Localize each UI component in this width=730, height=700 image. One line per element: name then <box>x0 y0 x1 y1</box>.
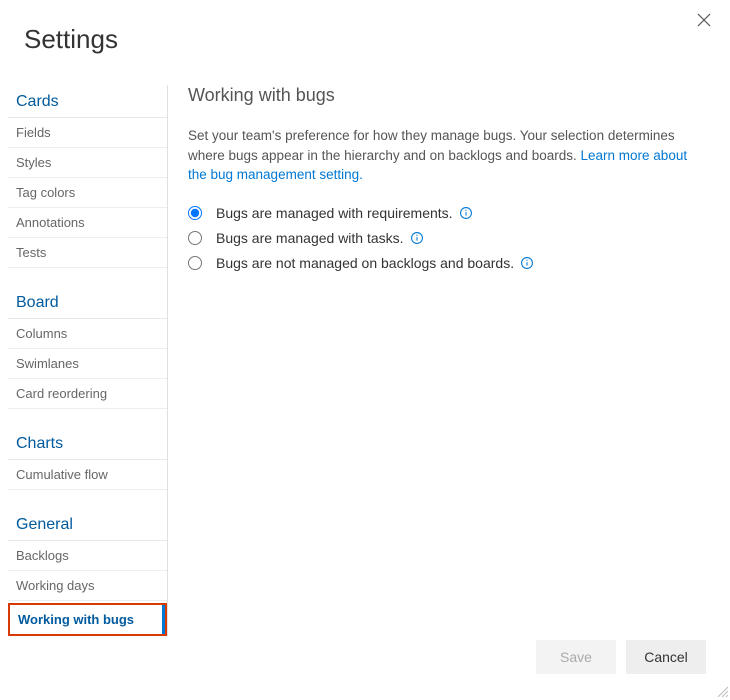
sidebar-item-annotations[interactable]: Annotations <box>8 208 167 238</box>
sidebar-item-fields[interactable]: Fields <box>8 118 167 148</box>
resize-grip-icon[interactable] <box>716 684 728 696</box>
sidebar-item-card-reordering[interactable]: Card reordering <box>8 379 167 409</box>
save-button[interactable]: Save <box>536 640 616 674</box>
dialog-footer: Save Cancel <box>536 640 706 674</box>
info-icon[interactable] <box>410 231 424 245</box>
sidebar-item-working-days[interactable]: Working days <box>8 571 167 601</box>
info-icon[interactable] <box>459 206 473 220</box>
radio-requirements[interactable] <box>188 206 202 220</box>
content-pane: Working with bugs Set your team's prefer… <box>168 85 730 636</box>
bug-option-none[interactable]: Bugs are not managed on backlogs and boa… <box>188 253 702 273</box>
sidebar-item-cumulative-flow[interactable]: Cumulative flow <box>8 460 167 490</box>
sidebar-section-general: General <box>8 508 167 541</box>
sidebar-item-styles[interactable]: Styles <box>8 148 167 178</box>
sidebar-item-highlight: Working with bugs <box>8 603 167 636</box>
settings-sidebar: Cards Fields Styles Tag colors Annotatio… <box>8 85 168 636</box>
sidebar-section-board: Board <box>8 286 167 319</box>
sidebar-item-tag-colors[interactable]: Tag colors <box>8 178 167 208</box>
content-heading: Working with bugs <box>188 85 702 106</box>
radio-tasks[interactable] <box>188 231 202 245</box>
radio-label: Bugs are managed with tasks. <box>216 230 404 246</box>
info-icon[interactable] <box>520 256 534 270</box>
sidebar-section-charts: Charts <box>8 427 167 460</box>
cancel-button[interactable]: Cancel <box>626 640 706 674</box>
sidebar-section-cards: Cards <box>8 85 167 118</box>
radio-none[interactable] <box>188 256 202 270</box>
bug-option-tasks[interactable]: Bugs are managed with tasks. <box>188 228 702 248</box>
sidebar-item-swimlanes[interactable]: Swimlanes <box>8 349 167 379</box>
radio-label: Bugs are managed with requirements. <box>216 205 453 221</box>
sidebar-item-columns[interactable]: Columns <box>8 319 167 349</box>
sidebar-item-backlogs[interactable]: Backlogs <box>8 541 167 571</box>
close-icon[interactable] <box>696 12 712 28</box>
page-title: Settings <box>0 0 730 55</box>
bug-option-requirements[interactable]: Bugs are managed with requirements. <box>188 203 702 223</box>
sidebar-item-tests[interactable]: Tests <box>8 238 167 268</box>
radio-label: Bugs are not managed on backlogs and boa… <box>216 255 514 271</box>
content-description: Set your team's preference for how they … <box>188 126 702 185</box>
sidebar-item-working-with-bugs[interactable]: Working with bugs <box>10 605 165 634</box>
